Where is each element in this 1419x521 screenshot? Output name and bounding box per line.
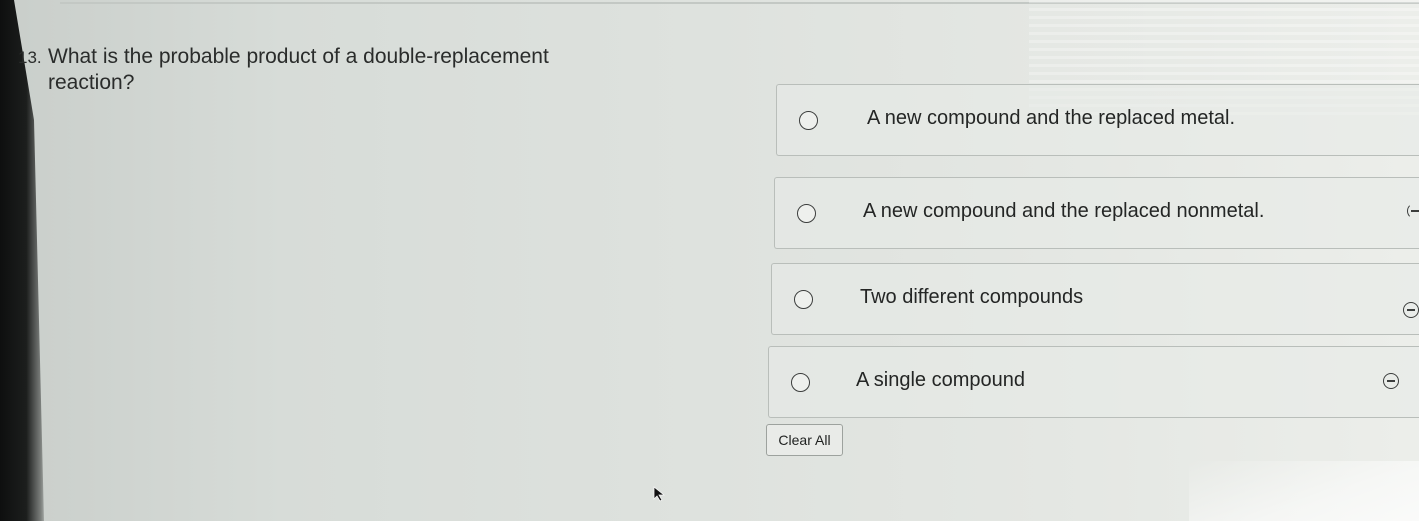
radio-unchecked-icon[interactable] xyxy=(791,373,810,392)
minus-circle-icon[interactable] xyxy=(1407,203,1419,219)
clear-all-button[interactable]: Clear All xyxy=(766,424,843,456)
question-text-line1: What is the probable product of a double… xyxy=(48,45,549,68)
radio-unchecked-icon[interactable] xyxy=(794,290,813,309)
minus-circle-icon[interactable] xyxy=(1403,302,1419,318)
answer-option-3[interactable]: Two different compounds xyxy=(771,263,1419,335)
answer-option-4-label: A single compound xyxy=(856,369,1026,391)
radio-unchecked-icon[interactable] xyxy=(797,204,816,223)
answer-option-2-label: A new compound and the replaced nonmetal… xyxy=(863,200,1265,222)
question-text-line2: reaction? xyxy=(48,71,135,94)
mouse-pointer-icon xyxy=(653,486,666,502)
answer-option-3-label: Two different compounds xyxy=(860,286,1084,308)
answer-option-1-label: A new compound and the replaced metal. xyxy=(867,107,1236,129)
minus-circle-icon[interactable] xyxy=(1383,373,1399,389)
question-number: 13. xyxy=(18,48,42,67)
answer-option-4[interactable]: A single compound xyxy=(768,346,1419,418)
answer-option-2[interactable]: A new compound and the replaced nonmetal… xyxy=(774,177,1419,249)
screen-glare-bottom xyxy=(1189,461,1419,521)
monitor-bezel xyxy=(0,0,44,521)
radio-unchecked-icon[interactable] xyxy=(799,111,818,130)
answer-option-1[interactable]: A new compound and the replaced metal. xyxy=(776,84,1419,156)
